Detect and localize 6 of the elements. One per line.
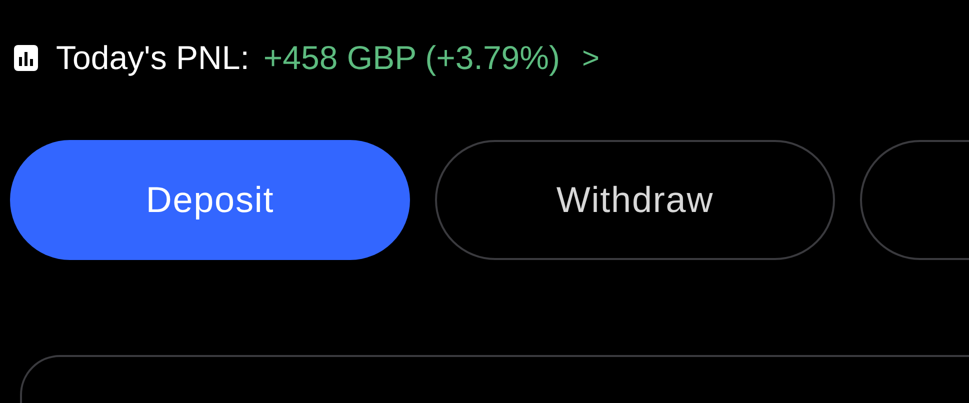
action-button[interactable]: Deposit [10,140,410,260]
pnl-label: Today's PNL: [56,38,250,78]
chevron-icon[interactable]: > [582,36,600,80]
bar-chart-icon [14,45,38,71]
action-button[interactable]: Withdraw [435,140,835,260]
pnl-value: +458 GBP (+3.79%) [263,38,560,78]
